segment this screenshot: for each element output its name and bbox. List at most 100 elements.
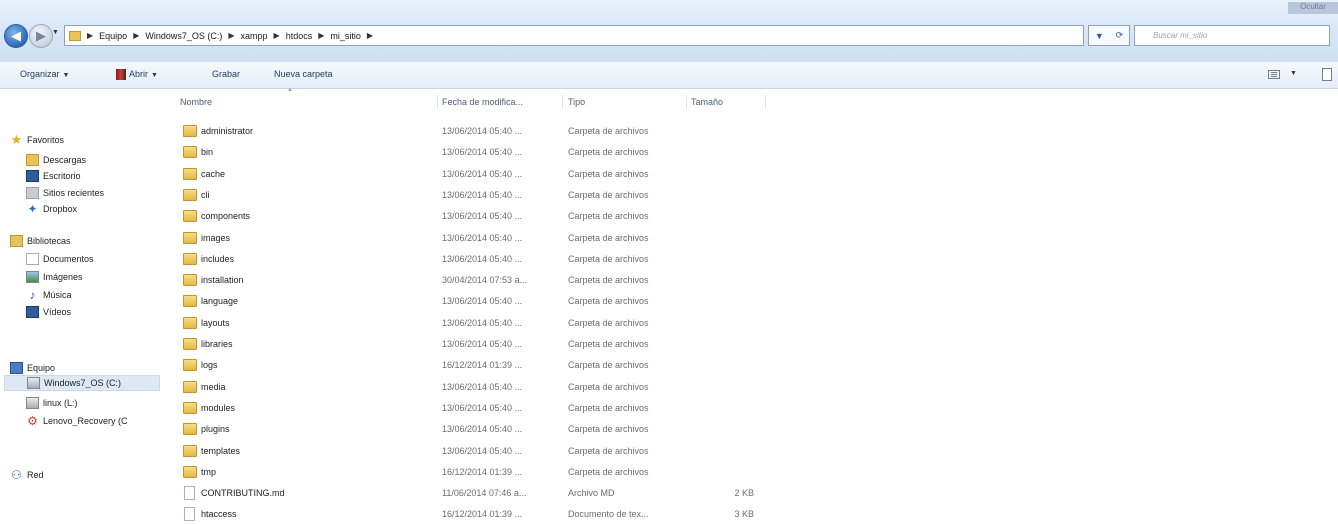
preview-pane-icon[interactable]: [1322, 68, 1332, 81]
navigation-pane: ★ Favoritos Descargas Escritorio Sitios r…: [0, 89, 165, 523]
nav-videos[interactable]: Vídeos: [26, 304, 71, 320]
breadcrumb-mi-sitio[interactable]: mi_sitio: [330, 31, 361, 41]
cell-date: 13/06/2014 05:40 ...: [442, 168, 523, 179]
chevron-right-icon[interactable]: ▶: [228, 31, 234, 40]
cell-name: cache: [201, 168, 226, 179]
nav-label: Favoritos: [27, 135, 65, 145]
documents-icon: [26, 253, 39, 265]
nav-dropbox[interactable]: ✦ Dropbox: [26, 201, 77, 217]
nav-network[interactable]: ⚇ Red: [10, 467, 43, 483]
cell-date: 13/06/2014 05:40 ...: [442, 402, 523, 413]
new-folder-button[interactable]: Nueva carpeta: [274, 69, 333, 79]
music-icon: ♪: [29, 288, 36, 302]
cell-type: Carpeta de archivos: [568, 402, 649, 413]
burn-button[interactable]: Grabar: [212, 69, 240, 79]
forward-button[interactable]: ▶: [29, 24, 53, 48]
chevron-right-icon[interactable]: ▶: [87, 31, 93, 40]
file-row[interactable]: cli 13/06/2014 05:40 ... Carpeta de archiv…: [180, 186, 780, 205]
nav-downloads[interactable]: Descargas: [26, 152, 86, 168]
nav-label: Descargas: [43, 155, 87, 165]
file-row[interactable]: tmp 16/12/2014 01:39 ... Carpeta de archiv…: [180, 463, 780, 482]
chevron-right-icon[interactable]: ▶: [367, 31, 373, 40]
file-icon: [184, 507, 195, 522]
file-row[interactable]: language 13/06/2014 05:40 ... Carpeta de a…: [180, 292, 780, 311]
file-row[interactable]: installation 30/04/2014 07:53 a... Carpeta…: [180, 271, 780, 290]
cell-name: plugins: [201, 424, 230, 435]
hide-panel-button[interactable]: Ocultar: [1288, 2, 1338, 14]
file-row[interactable]: administrator 13/06/2014 05:40 ... Carpeta…: [180, 122, 780, 141]
file-row[interactable]: libraries 13/06/2014 05:40 ... Carpeta de …: [180, 335, 780, 354]
chevron-right-icon[interactable]: ▶: [318, 31, 324, 40]
nav-drive-l[interactable]: linux (L:): [26, 395, 78, 411]
file-row[interactable]: templates 13/06/2014 05:40 ... Carpeta de …: [180, 442, 780, 461]
forward-arrow-icon: ▶: [36, 28, 46, 43]
cell-type: Documento de tex...: [568, 509, 649, 520]
cell-name: administrator: [201, 126, 254, 136]
column-divider[interactable]: [562, 95, 563, 110]
file-row[interactable]: logs 16/12/2014 01:39 ... Carpeta de archi…: [180, 356, 780, 375]
address-controls: ▼ ⟳: [1088, 25, 1130, 46]
file-row[interactable]: CONTRIBUTING.md 11/06/2014 07:46 a... Arch…: [180, 484, 780, 503]
nav-documents[interactable]: Documentos: [26, 251, 94, 267]
file-row[interactable]: media 13/06/2014 05:40 ... Carpeta de arch…: [180, 378, 780, 397]
view-options-icon[interactable]: [1268, 70, 1280, 79]
breadcrumb[interactable]: ▶ Equipo ▶ Windows7_OS (C:) ▶ xampp ▶ ht…: [64, 25, 1084, 46]
nav-music[interactable]: ♪ Música: [26, 287, 72, 303]
nav-favorites[interactable]: ★ Favoritos: [10, 132, 64, 148]
file-row[interactable]: components 13/06/2014 05:40 ... Carpeta de…: [180, 207, 780, 226]
cell-type: Carpeta de archivos: [568, 360, 649, 371]
breadcrumb-drive[interactable]: Windows7_OS (C:): [145, 31, 222, 41]
nav-libraries[interactable]: Bibliotecas: [10, 233, 71, 249]
breadcrumb-htdocs[interactable]: htdocs: [286, 31, 313, 41]
refresh-icon[interactable]: ⟳: [1116, 30, 1124, 41]
nav-desktop[interactable]: Escritorio: [26, 168, 81, 184]
recent-places-icon: [26, 187, 39, 199]
cell-date: 13/06/2014 05:40 ...: [442, 211, 523, 222]
file-row[interactable]: modules 13/06/2014 05:40 ... Carpeta de ar…: [180, 399, 780, 418]
breadcrumb-equipo[interactable]: Equipo: [99, 31, 127, 41]
cell-name: templates: [201, 445, 241, 456]
column-divider[interactable]: [437, 95, 438, 110]
back-button[interactable]: ◀: [4, 24, 28, 48]
nav-pictures[interactable]: Imágenes: [26, 269, 83, 285]
cell-type: Carpeta de archivos: [568, 253, 649, 264]
nav-recent-places[interactable]: Sitios recientes: [26, 185, 104, 201]
file-row[interactable]: cache 13/06/2014 05:40 ... Carpeta de arch…: [180, 165, 780, 184]
cell-date: 13/06/2014 05:40 ...: [442, 147, 523, 158]
dropbox-icon: ✦: [27, 202, 38, 216]
nav-drive-recovery[interactable]: ⚙ Lenovo_Recovery (C: [26, 413, 127, 429]
chevron-down-icon[interactable]: ▼: [1290, 70, 1297, 77]
chevron-right-icon[interactable]: ▶: [133, 31, 139, 40]
column-divider[interactable]: [765, 95, 766, 110]
column-divider[interactable]: [686, 95, 687, 110]
cell-name: language: [201, 296, 239, 307]
cell-date: 13/06/2014 05:40 ...: [442, 253, 523, 264]
folder-icon: [183, 146, 197, 159]
chevron-right-icon[interactable]: ▶: [274, 31, 280, 40]
cell-name: modules: [201, 402, 236, 413]
file-row[interactable]: layouts 13/06/2014 05:40 ... Carpeta de ar…: [180, 314, 780, 333]
cell-name: htaccess: [201, 509, 237, 520]
breadcrumb-xampp[interactable]: xampp: [241, 31, 268, 41]
organize-button[interactable]: Organizar ▼: [20, 69, 69, 79]
file-row[interactable]: bin 13/06/2014 05:40 ... Carpeta de archiv…: [180, 143, 780, 162]
file-row[interactable]: htaccess 16/12/2014 01:39 ... Documento de…: [180, 505, 780, 524]
column-header-name[interactable]: Nombre: [180, 97, 212, 107]
nav-drive-c[interactable]: Windows7_OS (C:): [4, 375, 160, 391]
cell-name: CONTRIBUTING.md: [201, 488, 285, 499]
address-history-dropdown[interactable]: ▼: [1095, 31, 1104, 41]
cell-name: includes: [201, 253, 235, 264]
folder-icon: [183, 210, 197, 223]
column-header-type[interactable]: Tipo: [568, 97, 585, 107]
column-header-size[interactable]: Tamaño: [691, 97, 723, 107]
file-row[interactable]: plugins 13/06/2014 05:40 ... Carpeta de ar…: [180, 420, 780, 439]
file-row[interactable]: includes 13/06/2014 05:40 ... Carpeta de a…: [180, 250, 780, 269]
column-header-date[interactable]: Fecha de modifica...: [442, 97, 523, 107]
search-input[interactable]: Buscar mi_sitio: [1134, 25, 1330, 46]
nav-computer[interactable]: Equipo: [10, 360, 55, 376]
file-row[interactable]: images 13/06/2014 05:40 ... Carpeta de arc…: [180, 229, 780, 248]
cell-name: layouts: [201, 317, 230, 328]
recent-pages-dropdown[interactable]: ▼: [52, 29, 59, 36]
open-button[interactable]: Abrir ▼: [116, 69, 158, 81]
cell-type: Carpeta de archivos: [568, 168, 649, 179]
